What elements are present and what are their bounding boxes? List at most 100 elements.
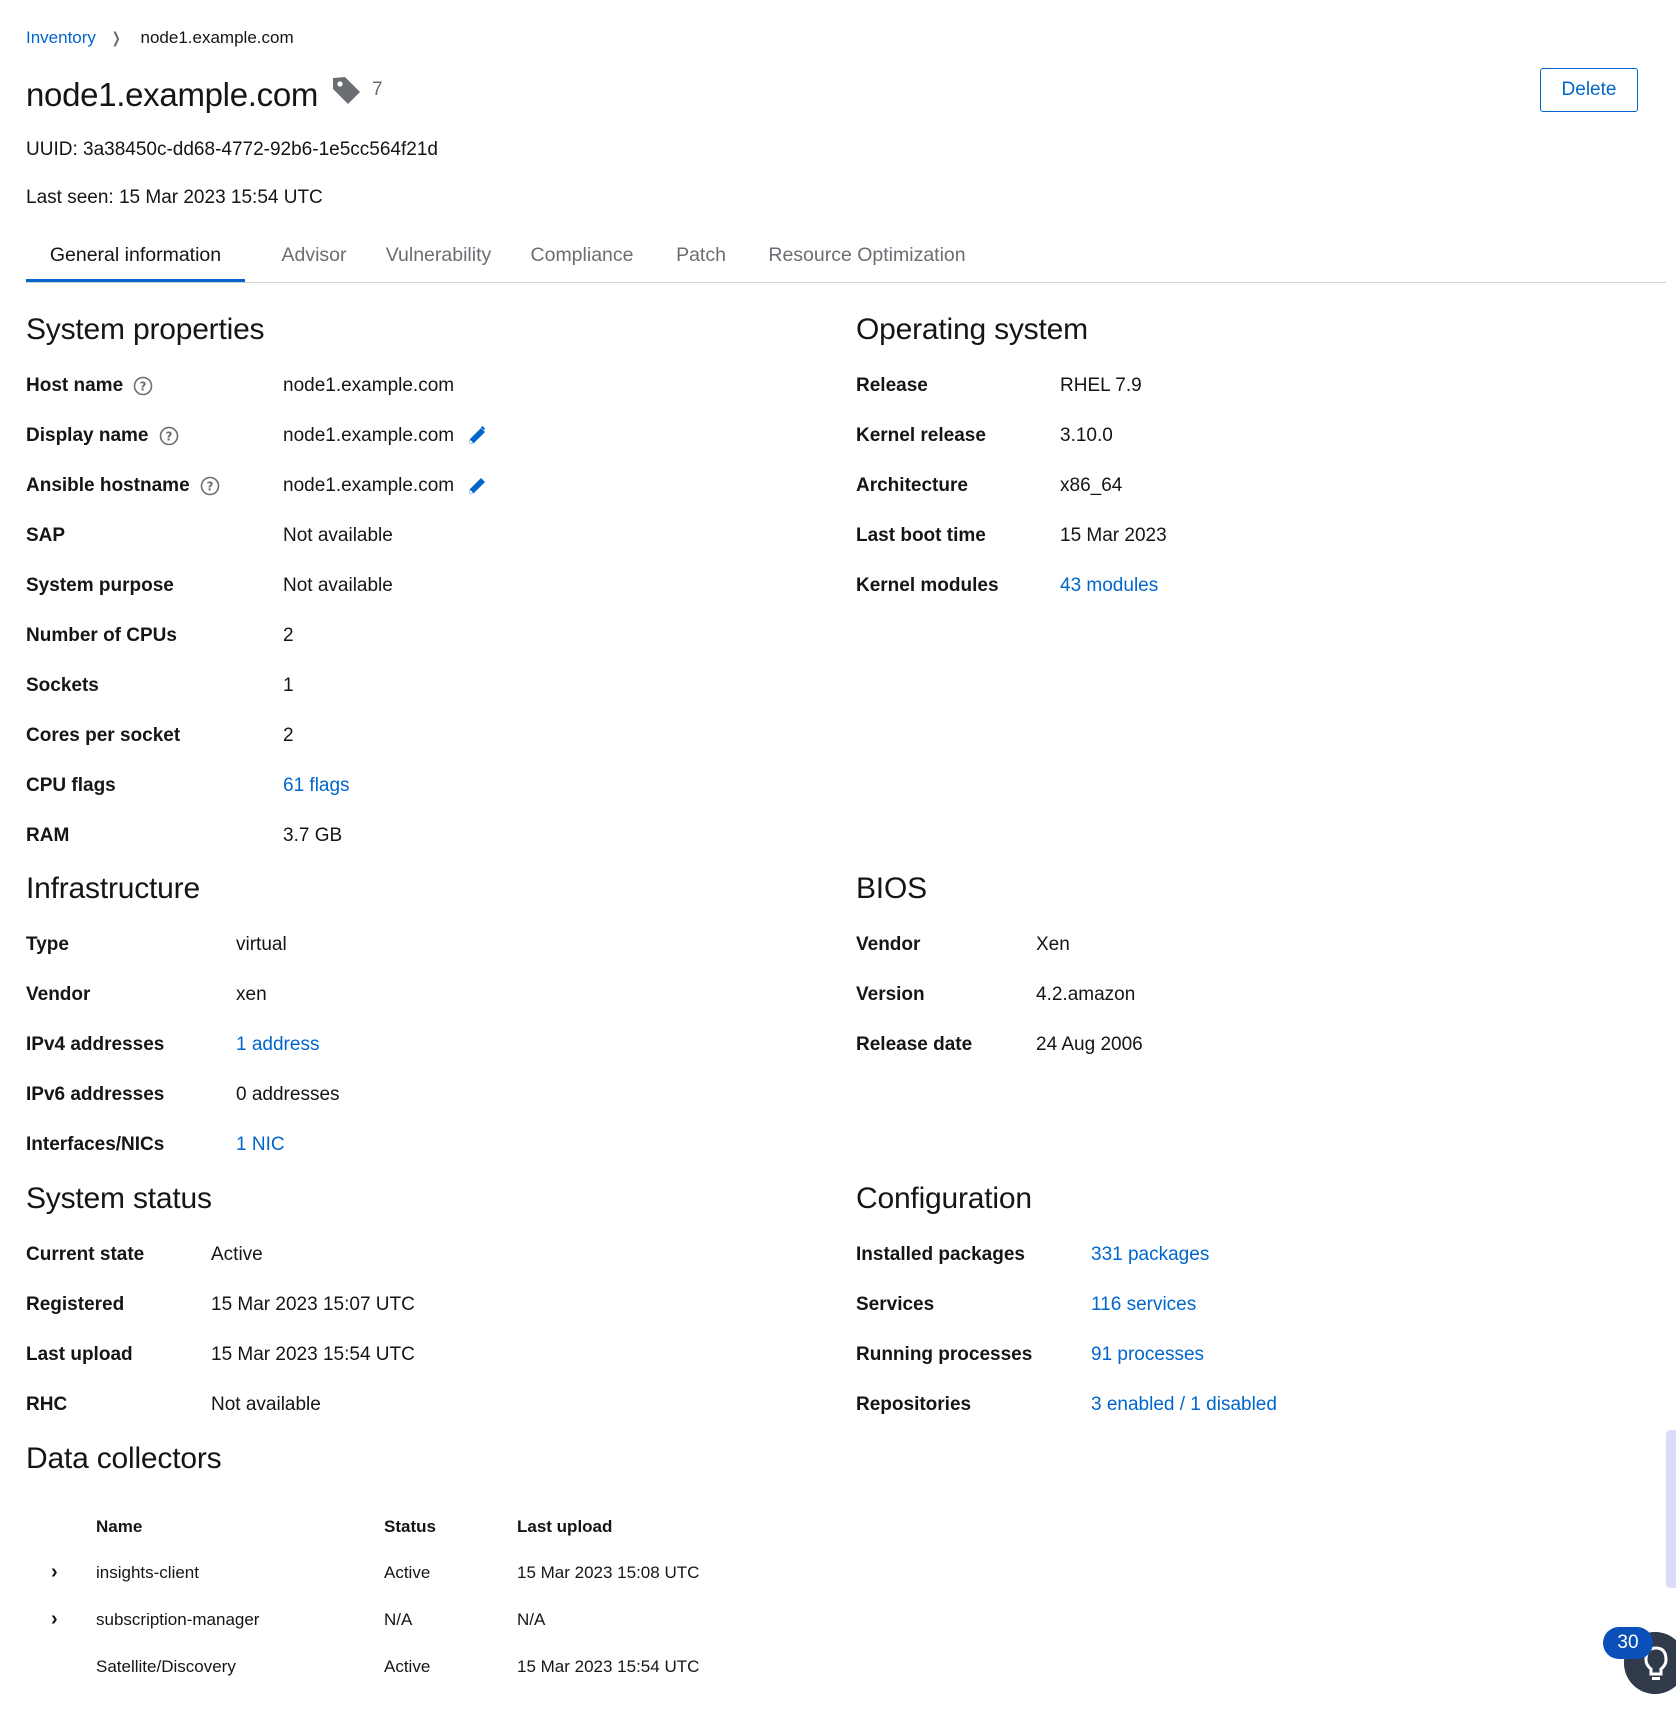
bios-vendor-label: Vendor: [856, 934, 921, 955]
installed-packages-link[interactable]: 331 packages: [1091, 1244, 1209, 1266]
ansible-hostname-label: Ansible hostname ?: [26, 475, 220, 497]
kernel-modules-link[interactable]: 43 modules: [1060, 575, 1158, 597]
cpu-flags-link[interactable]: 61 flags: [283, 775, 350, 797]
svg-text:?: ?: [165, 430, 172, 444]
collector-name: insights-client: [96, 1563, 199, 1582]
nics-label: Interfaces/NICs: [26, 1134, 165, 1155]
nics-link[interactable]: 1 NIC: [236, 1134, 285, 1156]
collector-status: Active: [384, 1657, 431, 1676]
configuration-title: Configuration: [856, 1182, 1032, 1215]
repositories-link[interactable]: 3 enabled / 1 disabled: [1091, 1394, 1277, 1416]
current-state-label: Current state: [26, 1244, 145, 1265]
tags-button[interactable]: 7: [330, 74, 383, 106]
breadcrumb: Inventory ❯ node1.example.com: [26, 28, 294, 48]
tab-general-information[interactable]: General information: [26, 238, 245, 282]
column-header-last-upload[interactable]: Last upload: [517, 1517, 612, 1537]
ipv4-link[interactable]: 1 address: [236, 1034, 319, 1056]
pencil-icon[interactable]: [466, 425, 488, 447]
notification-badge[interactable]: 30: [1603, 1627, 1653, 1659]
bios-release-date-label: Release date: [856, 1034, 973, 1055]
last-boot-time-label: Last boot time: [856, 525, 986, 546]
tab-vulnerability[interactable]: Vulnerability: [371, 238, 506, 282]
display-name-label: Display name ?: [26, 425, 179, 447]
ram-label: RAM: [26, 825, 70, 846]
repositories-label: Repositories: [856, 1394, 972, 1415]
services-label: Services: [856, 1294, 935, 1315]
tab-resource-optimization[interactable]: Resource Optimization: [755, 238, 979, 282]
scrollbar[interactable]: [1666, 1430, 1676, 1588]
host-name-label-text: Host name: [26, 375, 124, 396]
bios-version-label: Version: [856, 984, 925, 1005]
ipv4-label: IPv4 addresses: [26, 1034, 165, 1055]
release-value: RHEL 7.9: [1060, 375, 1142, 396]
cpus-value: 2: [283, 625, 294, 646]
installed-packages-label: Installed packages: [856, 1244, 1025, 1265]
chevron-right-icon[interactable]: ›: [51, 1561, 58, 1584]
tab-advisor[interactable]: Advisor: [264, 238, 364, 282]
infra-type-value: virtual: [236, 934, 287, 955]
kernel-release-label: Kernel release: [856, 425, 986, 446]
system-status-title: System status: [26, 1182, 212, 1215]
ansible-hostname-value: node1.example.com: [283, 475, 488, 497]
system-purpose-label: System purpose: [26, 575, 174, 596]
delete-button[interactable]: Delete: [1540, 68, 1638, 112]
tag-count: 7: [372, 79, 383, 100]
collector-last-upload: 15 Mar 2023 15:54 UTC: [517, 1657, 700, 1676]
bios-version-value: 4.2.amazon: [1036, 984, 1136, 1005]
pencil-icon[interactable]: [466, 475, 488, 497]
bios-title: BIOS: [856, 872, 927, 905]
kernel-modules-label: Kernel modules: [856, 575, 999, 596]
collector-last-upload: 15 Mar 2023 15:08 UTC: [517, 1563, 700, 1582]
tab-bar: General information Advisor Vulnerabilit…: [26, 238, 1666, 283]
cpu-flags-label: CPU flags: [26, 775, 116, 796]
host-name-value: node1.example.com: [283, 375, 455, 396]
tag-icon: [333, 77, 360, 104]
help-circle-icon[interactable]: ?: [133, 376, 153, 396]
bios-release-date-value: 24 Aug 2006: [1036, 1034, 1143, 1055]
column-header-name[interactable]: Name: [96, 1517, 142, 1537]
breadcrumb-inventory-link[interactable]: Inventory: [26, 28, 96, 48]
running-processes-label: Running processes: [856, 1344, 1033, 1365]
data-collectors-title: Data collectors: [26, 1442, 222, 1475]
collector-name: Satellite/Discovery: [96, 1657, 236, 1676]
tab-compliance[interactable]: Compliance: [517, 238, 647, 282]
ipv6-value: 0 addresses: [236, 1084, 340, 1105]
architecture-value: x86_64: [1060, 475, 1123, 496]
collector-name: subscription-manager: [96, 1610, 260, 1629]
sap-value: Not available: [283, 525, 393, 546]
host-name-label: Host name ?: [26, 375, 153, 397]
ram-value: 3.7 GB: [283, 825, 343, 846]
help-circle-icon[interactable]: ?: [200, 476, 220, 496]
cores-per-socket-value: 2: [283, 725, 294, 746]
running-processes-link[interactable]: 91 processes: [1091, 1344, 1204, 1366]
sockets-label: Sockets: [26, 675, 99, 696]
rhc-label: RHC: [26, 1394, 68, 1415]
system-properties-title: System properties: [26, 313, 265, 346]
current-state-value: Active: [211, 1244, 263, 1265]
collector-status: Active: [384, 1563, 431, 1582]
display-name-label-text: Display name: [26, 425, 149, 446]
help-circle-icon[interactable]: ?: [159, 426, 179, 446]
rhc-value: Not available: [211, 1394, 321, 1415]
ansible-hostname-text: node1.example.com: [283, 475, 455, 496]
last-boot-time-value: 15 Mar 2023: [1060, 525, 1167, 546]
system-purpose-value: Not available: [283, 575, 393, 596]
collector-status: N/A: [384, 1610, 413, 1629]
bios-vendor-value: Xen: [1036, 934, 1070, 955]
svg-text:?: ?: [140, 380, 147, 394]
kernel-release-value: 3.10.0: [1060, 425, 1113, 446]
ipv6-label: IPv6 addresses: [26, 1084, 165, 1105]
architecture-label: Architecture: [856, 475, 968, 496]
sap-label: SAP: [26, 525, 66, 546]
breadcrumb-chevron-icon: ❯: [111, 30, 121, 47]
column-header-status[interactable]: Status: [384, 1517, 436, 1537]
display-name-text: node1.example.com: [283, 425, 455, 446]
ansible-hostname-label-text: Ansible hostname: [26, 475, 190, 496]
release-label: Release: [856, 375, 928, 396]
services-link[interactable]: 116 services: [1091, 1294, 1196, 1316]
breadcrumb-current: node1.example.com: [140, 28, 294, 47]
tab-patch[interactable]: Patch: [660, 238, 742, 282]
infrastructure-title: Infrastructure: [26, 872, 200, 905]
chevron-right-icon[interactable]: ›: [51, 1608, 58, 1631]
uuid-text: UUID: 3a38450c-dd68-4772-92b6-1e5cc564f2…: [26, 139, 438, 160]
